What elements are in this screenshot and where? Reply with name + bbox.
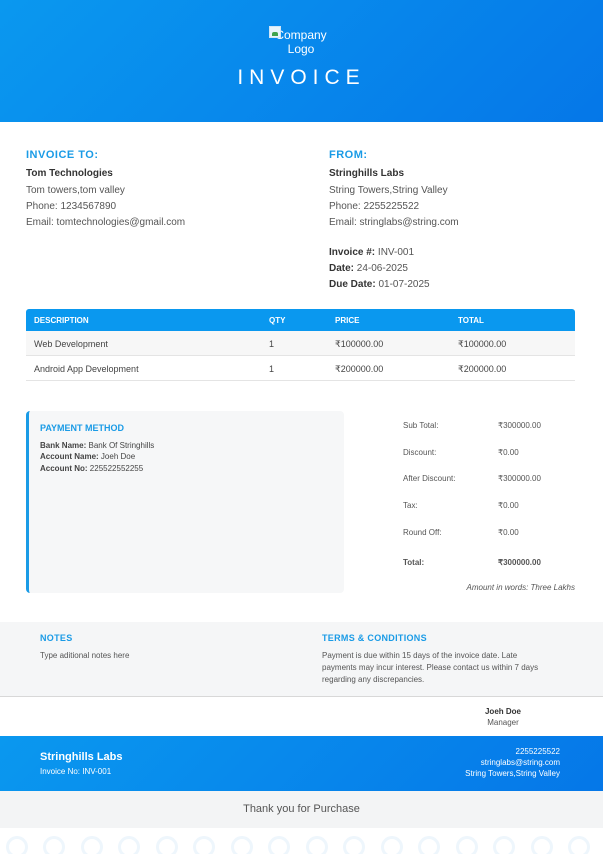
total-value: ₹300000.00 — [498, 558, 541, 567]
tax-label: Tax: — [403, 501, 418, 510]
circle-decoration — [81, 836, 103, 854]
col-description: DESCRIPTION — [34, 316, 89, 325]
due-date-label: Due Date: — [329, 279, 376, 290]
circle-decoration — [456, 836, 478, 854]
bank-name-label: Bank Name: — [40, 441, 87, 450]
invoice-number: Invoice #: INV-001 — [329, 247, 414, 258]
roundoff-label: Round Off: — [403, 528, 442, 537]
invoice-footer: Stringhills Labs Invoice No: INV-001 225… — [0, 736, 603, 791]
amount-in-words: Amount in words: Three Lakhs — [466, 583, 576, 592]
cell-total: ₹100000.00 — [458, 339, 507, 349]
decorative-circles — [0, 834, 603, 854]
footer-email: stringlabs@string.com — [480, 758, 560, 767]
circle-decoration — [381, 836, 403, 854]
cell-price: ₹100000.00 — [335, 339, 384, 349]
tax-value: ₹0.00 — [498, 501, 519, 510]
col-total: TOTAL — [458, 316, 484, 325]
from-label: FROM: — [329, 149, 368, 161]
cell-description: Android App Development — [34, 364, 139, 374]
signatory-role: Manager — [487, 718, 519, 727]
account-name-value: Joeh Doe — [100, 452, 136, 461]
cell-price: ₹200000.00 — [335, 364, 384, 374]
payment-method-title: PAYMENT METHOD — [40, 423, 125, 433]
client-name: Tom Technologies — [26, 168, 113, 179]
bank-name-value: Bank Of Stringhills — [88, 441, 155, 450]
invoice-header: Company Logo INVOICE — [0, 0, 603, 122]
thanks-band: Thank you for Purchase — [0, 791, 603, 828]
account-number-label: Account No: — [40, 464, 88, 473]
notes-title: NOTES — [40, 633, 73, 643]
bank-name: Bank Name: Bank Of Stringhills — [40, 441, 154, 450]
logo-alt-text: Company Logo — [275, 28, 327, 56]
circle-decoration — [418, 836, 440, 854]
thank-you-message: Thank you for Purchase — [243, 803, 360, 815]
sender-name: Stringhills Labs — [329, 168, 405, 179]
col-qty: QTY — [269, 316, 286, 325]
table-row: Web Development 1 ₹100000.00 ₹100000.00 — [26, 331, 575, 356]
circle-decoration — [568, 836, 590, 854]
invoice-number-label: Invoice #: — [329, 247, 376, 258]
invoice-date: Date: 24-06-2025 — [329, 263, 408, 274]
broken-image-icon — [269, 26, 281, 38]
subtotal-label: Sub Total: — [403, 421, 439, 430]
cell-qty: 1 — [269, 364, 275, 374]
terms-title: TERMS & CONDITIONS — [322, 633, 427, 643]
sender-address: String Towers,String Valley — [329, 185, 448, 196]
circle-decoration — [118, 836, 140, 854]
company-logo: Company Logo — [266, 26, 336, 56]
sender-phone: Phone: 2255225522 — [329, 201, 420, 212]
invoice-date-value: 24-06-2025 — [356, 263, 408, 274]
after-discount-label: After Discount: — [403, 474, 456, 483]
signatory-name: Joeh Doe — [484, 707, 521, 716]
notes-terms-section: NOTES Type aditional notes here TERMS & … — [0, 622, 603, 697]
circle-decoration — [306, 836, 328, 854]
subtotal-value: ₹300000.00 — [498, 421, 541, 430]
footer-invoice-number: Invoice No: INV-001 — [40, 767, 112, 776]
invoice-to-label: INVOICE TO: — [26, 149, 99, 161]
circle-decoration — [193, 836, 215, 854]
items-table-header: DESCRIPTION QTY PRICE TOTAL — [26, 309, 575, 331]
notes-text: Type aditional notes here — [40, 651, 130, 660]
circle-decoration — [43, 836, 65, 854]
total-label: Total: — [403, 558, 425, 567]
account-number: Account No: 225522552255 — [40, 464, 143, 473]
due-date-value: 01-07-2025 — [378, 279, 430, 290]
items-table: DESCRIPTION QTY PRICE TOTAL Web Developm… — [26, 309, 575, 381]
discount-label: Discount: — [403, 448, 437, 457]
footer-address: String Towers,String Valley — [465, 769, 560, 778]
client-address: Tom towers,tom valley — [26, 185, 125, 196]
cell-total: ₹200000.00 — [458, 364, 507, 374]
circle-decoration — [6, 836, 28, 854]
sender-email: Email: stringlabs@string.com — [329, 217, 459, 228]
invoice-number-value: INV-001 — [377, 247, 415, 258]
account-name-label: Account Name: — [40, 452, 99, 461]
due-date: Due Date: 01-07-2025 — [329, 279, 430, 290]
footer-phone: 2255225522 — [515, 747, 561, 756]
circle-decoration — [156, 836, 178, 854]
circle-decoration — [531, 836, 553, 854]
col-price: PRICE — [335, 316, 360, 325]
after-discount-value: ₹300000.00 — [498, 474, 541, 483]
table-row: Android App Development 1 ₹200000.00 ₹20… — [26, 356, 575, 381]
roundoff-value: ₹0.00 — [498, 528, 519, 537]
account-number-value: 225522552255 — [89, 464, 144, 473]
terms-line: payments may incur interest. Please cont… — [322, 663, 539, 672]
circle-decoration — [231, 836, 253, 854]
cell-description: Web Development — [34, 339, 108, 349]
circle-decoration — [493, 836, 515, 854]
account-name: Account Name: Joeh Doe — [40, 452, 135, 461]
circle-decoration — [268, 836, 290, 854]
discount-value: ₹0.00 — [498, 448, 519, 457]
payment-method-box: PAYMENT METHOD Bank Name: Bank Of String… — [26, 411, 344, 593]
footer-company: Stringhills Labs — [40, 751, 123, 763]
terms-line: regarding any discrepancies. — [322, 675, 425, 684]
cell-qty: 1 — [269, 339, 275, 349]
client-phone: Phone: 1234567890 — [26, 201, 117, 212]
invoice-date-label: Date: — [329, 263, 355, 274]
invoice-title: INVOICE — [237, 66, 366, 89]
circle-decoration — [343, 836, 365, 854]
terms-line: Payment is due within 15 days of the inv… — [322, 651, 518, 660]
client-email: Email: tomtechnologies@gmail.com — [26, 217, 186, 228]
terms-text: Payment is due within 15 days of the inv… — [322, 650, 538, 686]
